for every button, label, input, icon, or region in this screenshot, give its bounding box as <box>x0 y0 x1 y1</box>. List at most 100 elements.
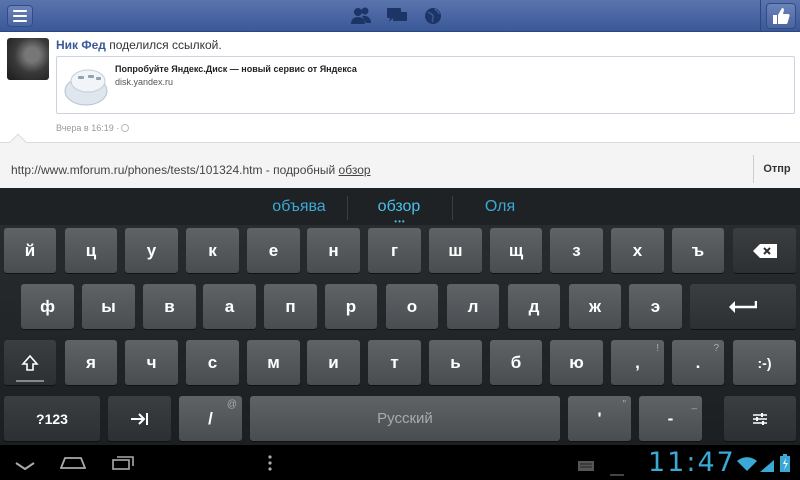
key[interactable]: ч <box>125 340 178 385</box>
key[interactable]: в <box>143 284 196 329</box>
key[interactable]: ж <box>569 284 621 329</box>
key[interactable]: ы <box>82 284 135 329</box>
wifi-icon <box>737 457 757 476</box>
share-input-composing-word: обзор <box>338 163 371 177</box>
key[interactable]: ъ <box>672 228 724 273</box>
key[interactable]: я <box>65 340 117 385</box>
key[interactable]: щ <box>490 228 542 273</box>
notifications-globe-icon[interactable] <box>422 6 444 26</box>
backspace-icon <box>752 243 777 258</box>
apostrophe-key[interactable]: ' " <box>568 396 631 441</box>
suggestion-strip: объява обзор ••• Оля <box>0 188 800 226</box>
key[interactable]: с <box>186 340 239 385</box>
suggestion-3[interactable]: Оля <box>485 198 515 216</box>
privacy-globe-icon <box>121 124 130 132</box>
smiley-key[interactable]: :-) <box>733 340 796 385</box>
key[interactable]: р <box>325 284 377 329</box>
comma-key[interactable]: , ! <box>611 340 664 385</box>
key[interactable]: э <box>629 284 682 329</box>
dash-key-label: - <box>667 408 674 428</box>
link-url: disk.yandex.ru <box>115 77 174 87</box>
keyboard-status-icon <box>578 458 594 476</box>
divider-dash-icon <box>610 463 624 480</box>
key[interactable]: ц <box>65 228 117 273</box>
shift-arrow-icon <box>21 354 39 371</box>
overflow-menu-icon[interactable] <box>267 455 273 476</box>
slash-key-alt: @ <box>226 399 237 410</box>
period-key-alt: ? <box>713 343 719 354</box>
suggestion-2[interactable]: обзор <box>378 198 421 216</box>
key[interactable]: б <box>490 340 542 385</box>
dash-key[interactable]: - _ <box>639 396 702 441</box>
tab-key[interactable] <box>108 396 171 441</box>
key[interactable]: ю <box>550 340 603 385</box>
post-action: поделился ссылкой. <box>109 38 222 52</box>
signal-icon <box>760 459 774 477</box>
key[interactable]: ш <box>429 228 482 273</box>
key[interactable]: н <box>307 228 360 273</box>
battery-icon <box>780 454 790 477</box>
slash-key-label: / <box>208 408 213 428</box>
key[interactable]: е <box>247 228 300 273</box>
top-notification-icons <box>350 6 444 26</box>
suggestion-1[interactable]: объява <box>272 198 325 216</box>
key[interactable]: т <box>368 340 421 385</box>
tab-arrow-icon <box>130 412 148 425</box>
space-key[interactable]: Русский <box>250 396 560 441</box>
key[interactable]: д <box>508 284 560 329</box>
recent-apps-icon[interactable] <box>112 456 134 475</box>
key[interactable]: г <box>368 228 421 273</box>
shift-indicator <box>16 380 44 382</box>
shared-link-card[interactable]: Попробуйте Яндекс.Диск — новый сервис от… <box>56 56 795 114</box>
link-title: Попробуйте Яндекс.Диск — новый сервис от… <box>115 64 357 74</box>
key[interactable]: ф <box>21 284 74 329</box>
share-composer: http://www.mforum.ru/phones/tests/101324… <box>0 133 800 188</box>
menu-button[interactable] <box>0 0 40 32</box>
share-input[interactable]: http://www.mforum.ru/phones/tests/101324… <box>11 163 371 177</box>
symbols-key[interactable]: ?123 <box>4 396 100 441</box>
more-suggestions-dots: ••• <box>394 217 406 226</box>
slash-key[interactable]: / @ <box>179 396 242 441</box>
menu-icon <box>7 5 33 27</box>
send-button[interactable]: Отпр <box>753 155 800 183</box>
backspace-key[interactable] <box>733 228 796 273</box>
key[interactable]: к <box>186 228 239 273</box>
settings-sliders-icon <box>753 412 767 425</box>
post-time-text: Вчера в 16:19 · <box>56 123 120 133</box>
apostrophe-key-label: ' <box>597 408 602 428</box>
key[interactable]: у <box>125 228 178 273</box>
author-avatar[interactable] <box>7 38 49 80</box>
dash-key-alt: _ <box>691 399 697 410</box>
post-header: Ник Фед поделился ссылкой. <box>56 38 222 52</box>
key[interactable]: а <box>203 284 256 329</box>
shift-key[interactable] <box>4 340 56 385</box>
key[interactable]: х <box>611 228 664 273</box>
period-key-label: . <box>695 352 701 372</box>
apostrophe-key-alt: " <box>622 399 626 410</box>
key[interactable]: и <box>307 340 360 385</box>
messages-icon[interactable] <box>386 6 408 26</box>
comma-key-label: , <box>635 352 640 372</box>
hide-keyboard-icon[interactable] <box>14 458 36 476</box>
suggestion-divider <box>452 196 453 220</box>
home-icon[interactable] <box>59 455 87 474</box>
key[interactable]: о <box>386 284 438 329</box>
key[interactable]: п <box>264 284 317 329</box>
link-thumbnail <box>62 63 110 109</box>
key[interactable]: л <box>447 284 499 329</box>
key[interactable]: м <box>247 340 300 385</box>
keyboard-settings-key[interactable] <box>724 396 796 441</box>
thumbs-up-icon <box>765 3 796 29</box>
period-key[interactable]: . ? <box>672 340 724 385</box>
key[interactable]: з <box>550 228 603 273</box>
enter-key[interactable] <box>690 284 796 329</box>
like-button[interactable] <box>760 0 800 32</box>
key[interactable]: й <box>4 228 56 273</box>
key[interactable]: ь <box>429 340 482 385</box>
app-top-bar <box>0 0 800 32</box>
system-nav-bar: 11:47 <box>0 445 800 480</box>
friend-requests-icon[interactable] <box>350 6 372 26</box>
comma-key-alt: ! <box>656 343 659 354</box>
soft-keyboard: объява обзор ••• Оля й ц у к е н г ш щ з… <box>0 188 800 445</box>
post-author[interactable]: Ник Фед <box>56 38 106 52</box>
